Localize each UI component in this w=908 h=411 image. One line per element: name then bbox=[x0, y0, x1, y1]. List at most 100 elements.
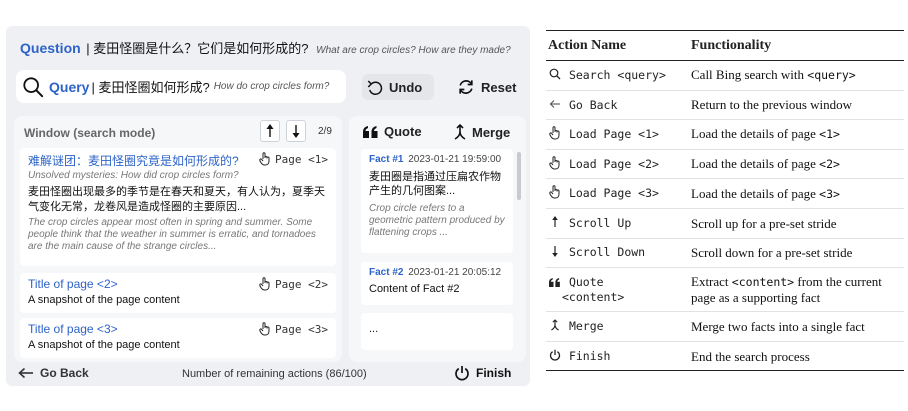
hand-pointer-icon bbox=[259, 152, 270, 166]
action-functionality: Merge two facts into a single fact bbox=[691, 318, 865, 334]
arrow-down-icon bbox=[548, 245, 562, 260]
header-action-name: Action Name bbox=[546, 30, 691, 61]
result-snapshot: A snapshot of the page content bbox=[28, 339, 180, 351]
fact-header: Fact #2 2023-01-21 20:05:12 bbox=[369, 267, 505, 278]
fact-header: Fact #1 2023-01-21 19:59:00 bbox=[369, 154, 505, 165]
question-label: Question bbox=[20, 40, 81, 56]
quote-label: Quote bbox=[384, 124, 422, 139]
hand-pointer-icon bbox=[548, 126, 562, 143]
table-row: Finish End the search process bbox=[546, 341, 904, 371]
fact-timestamp: 2023-01-21 19:59:00 bbox=[408, 154, 502, 165]
action-functionality: Return to the previous window bbox=[691, 97, 853, 113]
query-text-en: How do crop circles form? bbox=[213, 81, 330, 92]
power-icon bbox=[455, 366, 469, 381]
action-name: Merge bbox=[568, 318, 604, 333]
fact-content: Content of Fact #2 bbox=[369, 283, 460, 295]
merge-icon bbox=[454, 124, 466, 140]
table-row: Load Page <3> Load the details of page <… bbox=[546, 178, 904, 209]
window-title: Window (search mode) bbox=[24, 126, 156, 140]
reset-button[interactable]: Reset bbox=[452, 74, 524, 100]
table-header-row: Action Name Functionality bbox=[546, 30, 904, 61]
question-line: Question | 麦田怪圈是什么？它们是如何形成的? What are cr… bbox=[20, 38, 525, 57]
search-icon bbox=[23, 76, 44, 97]
action-functionality-code: <2> bbox=[819, 157, 840, 172]
fact-text-zh: 麦田圈是指通过压扁农作物产生的几何图案... bbox=[369, 171, 501, 197]
table-row: Scroll Up Scroll up for a pre-set stride bbox=[546, 208, 904, 239]
fact-id: Fact #2 bbox=[369, 267, 404, 278]
fact-card[interactable]: Fact #2 2023-01-21 20:05:12 Content of F… bbox=[361, 262, 513, 305]
search-interface: Question | 麦田怪圈是什么？它们是如何形成的? What are cr… bbox=[6, 26, 530, 386]
action-name: Search <query> bbox=[568, 67, 666, 82]
quote-icon bbox=[363, 125, 378, 138]
hand-pointer-icon bbox=[259, 322, 270, 336]
action-functionality: End the search process bbox=[691, 348, 810, 364]
arrow-up-icon bbox=[266, 124, 274, 137]
action-name: Go Back bbox=[568, 97, 618, 112]
query-text-zh: | 麦田怪圈如何形成? bbox=[91, 80, 210, 95]
go-back-button[interactable]: Go Back bbox=[18, 366, 89, 380]
load-page-label: Page <2> bbox=[275, 277, 328, 291]
hand-pointer-icon bbox=[259, 277, 270, 291]
load-page-button[interactable]: Page <3> bbox=[259, 322, 328, 336]
load-page-button[interactable]: Page <1> bbox=[259, 152, 328, 166]
fact-card[interactable]: Fact #1 2023-01-21 19:59:00 麦田圈是指通过压扁农作物… bbox=[361, 149, 513, 253]
hand-pointer-icon bbox=[548, 155, 562, 173]
search-result: 难解谜团：麦田怪圈究竟是如何形成的? Page <1> Unsolved mys… bbox=[20, 148, 336, 266]
search-result: Title of page <3> Page <3> A snapshot of… bbox=[20, 318, 336, 358]
question-text-zh: | 麦田怪圈是什么？它们是如何形成的? bbox=[86, 41, 309, 56]
action-name: Quote bbox=[568, 275, 604, 290]
page-counter: 2/9 bbox=[318, 126, 332, 137]
action-name: Scroll Up bbox=[568, 215, 632, 230]
arrow-up-icon bbox=[548, 215, 562, 231]
undo-button[interactable]: Undo bbox=[362, 74, 434, 100]
scroll-up-button[interactable] bbox=[260, 120, 280, 142]
result-snapshot: A snapshot of the page content bbox=[28, 294, 180, 306]
quote-icon bbox=[548, 276, 562, 290]
table-row: Quote <content> Extract <content> from t… bbox=[546, 267, 904, 313]
action-functionality-code: <content> bbox=[731, 275, 795, 290]
question-text-en: What are crop circles? How are they made… bbox=[316, 45, 511, 56]
reset-label: Reset bbox=[481, 79, 517, 95]
search-icon bbox=[548, 68, 562, 83]
action-functionality-code: <1> bbox=[819, 127, 840, 142]
action-name-param: <content> bbox=[562, 289, 625, 304]
action-name: Load Page <3> bbox=[568, 186, 659, 201]
action-name: Load Page <2> bbox=[568, 156, 659, 171]
fact-card[interactable]: ... bbox=[361, 313, 513, 350]
finish-button[interactable]: Finish bbox=[454, 365, 511, 381]
action-functionality: Load the details of page bbox=[691, 185, 820, 201]
action-functionality-code: <query> bbox=[807, 68, 856, 83]
arrow-left-icon bbox=[18, 367, 33, 379]
undo-label: Undo bbox=[389, 79, 423, 95]
action-functionality: Extract bbox=[691, 274, 732, 290]
header-functionality: Functionality bbox=[691, 30, 904, 61]
load-page-button[interactable]: Page <2> bbox=[259, 277, 328, 291]
fact-id: Fact #1 bbox=[369, 154, 404, 165]
action-functionality: Load the details of page bbox=[691, 156, 820, 172]
search-window: Window (search mode) 2/9 难解谜团：麦田怪圈究竟是如何形… bbox=[14, 116, 342, 362]
fact-text-en: Crop circle refers to a geometric patter… bbox=[369, 203, 505, 238]
go-back-label: Go Back bbox=[40, 366, 89, 380]
query-label: Query bbox=[49, 78, 90, 95]
action-functionality-code: <3> bbox=[819, 186, 840, 201]
search-result: Title of page <2> Page <2> A snapshot of… bbox=[20, 273, 336, 313]
arrow-down-icon bbox=[292, 125, 300, 138]
action-name: Load Page <1> bbox=[568, 126, 659, 141]
undo-icon bbox=[367, 80, 383, 95]
load-page-label: Page <3> bbox=[275, 322, 328, 336]
load-page-label: Page <1> bbox=[275, 152, 328, 166]
scroll-down-button[interactable] bbox=[286, 120, 306, 142]
merge-icon bbox=[548, 319, 562, 334]
action-functionality: Call Bing search with bbox=[691, 67, 808, 83]
finish-label: Finish bbox=[476, 366, 512, 380]
facts-scrollbar[interactable] bbox=[517, 152, 521, 200]
quote-button[interactable]: Quote bbox=[363, 124, 422, 139]
table-row: Scroll Down Scroll down for a pre-set st… bbox=[546, 238, 904, 269]
arrow-left-icon bbox=[548, 98, 562, 112]
action-name: Finish bbox=[568, 348, 611, 363]
result-subtitle: Unsolved mysteries: How did crop circles… bbox=[28, 170, 239, 181]
reset-icon bbox=[459, 80, 473, 94]
query-box[interactable]: Query | 麦田怪圈如何形成? How do crop circles fo… bbox=[16, 70, 346, 103]
table-row: Go Back Return to the previous window bbox=[546, 90, 904, 121]
merge-button[interactable]: Merge bbox=[453, 124, 510, 140]
